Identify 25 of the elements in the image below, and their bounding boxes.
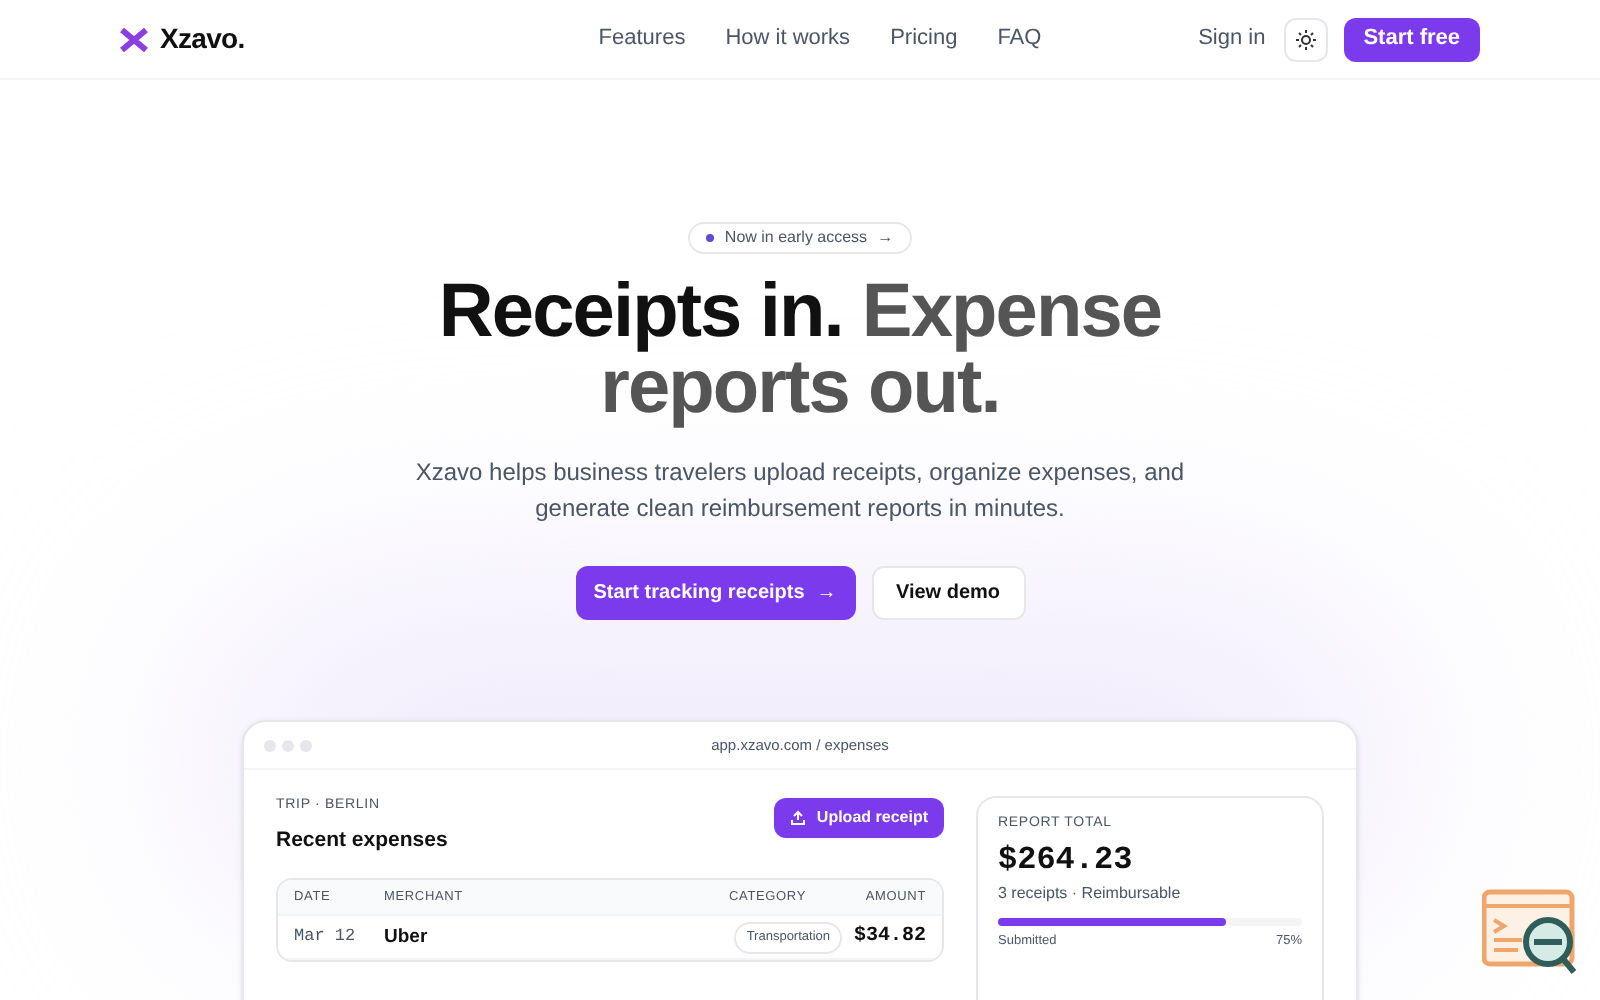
- report-summary: 3 receipts · Reimbursable: [998, 881, 1183, 905]
- start-free-button[interactable]: Start free: [1343, 17, 1480, 61]
- hero-description: Xzavo helps business travelers upload receipts, organize expenses, and generate clean reimbursement reports in minutes.: [413, 456, 1187, 526]
- browser-search-icon[interactable]: [1482, 888, 1582, 980]
- nav-link[interactable]: How it works: [725, 22, 851, 56]
- report-total-amount: $264.23: [998, 839, 1135, 879]
- sign-in-link[interactable]: Sign in: [1198, 22, 1266, 56]
- view-demo-button[interactable]: View demo: [871, 566, 1025, 620]
- sun-icon: [1295, 29, 1316, 49]
- amount-cell-text: $34.82: [853, 923, 926, 953]
- early-access-badge[interactable]: Now in early access →: [688, 222, 912, 254]
- start-tracking-button[interactable]: Start tracking receipts →: [575, 566, 855, 620]
- window-dots-icon: [264, 739, 312, 751]
- section-title: Recent expenses: [276, 825, 448, 855]
- upload-receipt-button[interactable]: Upload receipt: [774, 798, 944, 838]
- date-cell-text: Mar 12: [294, 924, 358, 951]
- nav-link[interactable]: FAQ: [997, 22, 1042, 56]
- headline: Receipts in. Expense reports out.: [436, 274, 1164, 426]
- nav-link[interactable]: Pricing: [890, 22, 958, 56]
- upload-icon: [790, 810, 807, 826]
- nav-link[interactable]: Features: [598, 22, 686, 56]
- logo-icon: [120, 27, 148, 51]
- merchant-cell-text: Uber: [384, 923, 430, 952]
- theme-toggle-button[interactable]: [1283, 17, 1328, 61]
- brand-name: Xzavo.: [160, 20, 245, 58]
